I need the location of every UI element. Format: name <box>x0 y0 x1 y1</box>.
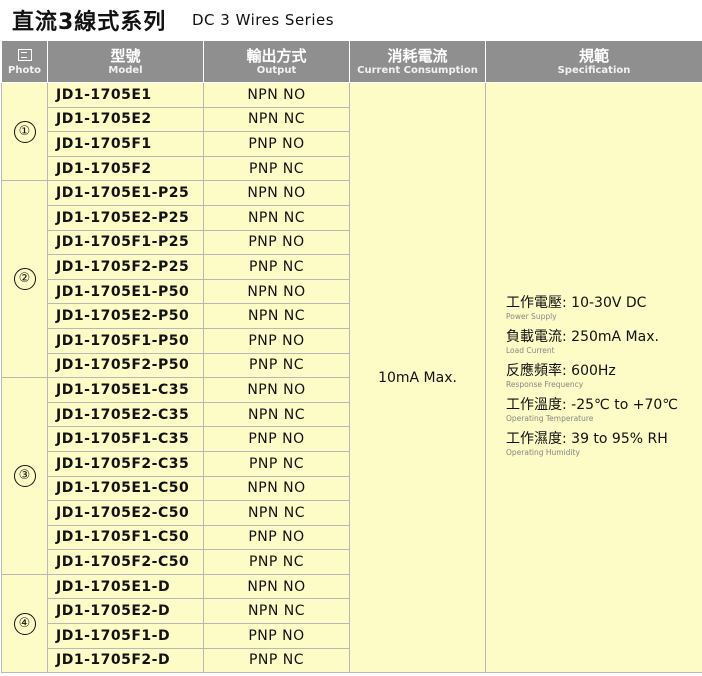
output-cell: NPN NC <box>203 598 350 625</box>
model-cell: JD1-1705F1 <box>47 131 204 157</box>
page-title: 直流3線式系列 <box>12 10 167 35</box>
model-cell: JD1-1705E2-P50 <box>47 303 204 329</box>
spec-value: 工作溫度: -25℃ to +70℃ <box>506 396 678 413</box>
spec-value: 工作濕度: 39 to 95% RH <box>506 430 668 447</box>
output-cell: NPN NC <box>203 401 350 428</box>
photo-group-cell: ① <box>1 81 48 182</box>
output-cell: PNP NC <box>203 352 350 379</box>
output-cell: PNP NC <box>203 450 350 477</box>
specification-cell: 工作電壓: 10-30V DC Power Supply 負載電流: 250mA M… <box>485 81 702 674</box>
output-cell: NPN NC <box>203 106 350 133</box>
spec-item: 工作溫度: -25℃ to +70℃ Operating Temperature <box>506 397 702 424</box>
image-icon <box>17 48 32 61</box>
output-cell: PNP NO <box>203 426 350 452</box>
output-cell: NPN NO <box>203 278 350 305</box>
spec-item: 反應頻率: 600Hz Response Frequency <box>506 363 702 390</box>
output-cell: NPN NO <box>203 377 350 403</box>
output-cell: NPN NC <box>203 303 350 329</box>
spec-value: 工作電壓: 10-30V DC <box>506 294 647 311</box>
model-cell: JD1-1705F1-P25 <box>47 229 204 256</box>
spec-english-label: Power Supply <box>506 311 557 321</box>
spec-value: 負載電流: 250mA Max. <box>506 328 659 345</box>
model-cell: JD1-1705F2-C35 <box>47 450 204 477</box>
table-body: ① JD1-1705E1 NPN NO 10mA Max. 工作電壓: 10-30V D… <box>1 81 702 674</box>
model-cell: JD1-1705E1-C35 <box>47 377 204 403</box>
photo-group-cell: ③ <box>1 377 48 575</box>
model-cell: JD1-1705E2-C35 <box>47 401 204 428</box>
output-cell: PNP NO <box>203 623 350 649</box>
spec-english-label: Response Frequency <box>506 379 584 389</box>
spec-item: 工作電壓: 10-30V DC Power Supply <box>506 295 702 322</box>
table-header-row: Photo 型號 Model 輸出方式 Output 消耗電流 Current … <box>1 40 702 83</box>
model-cell: JD1-1705E1-C50 <box>47 475 204 502</box>
header-current: 消耗電流 Current Consumption <box>349 40 486 83</box>
output-cell: PNP NO <box>203 524 350 551</box>
page-subtitle: DC 3 Wires Series <box>192 11 335 29</box>
output-cell: PNP NO <box>203 327 350 354</box>
output-cell: PNP NO <box>203 131 350 157</box>
model-cell: JD1-1705F1-P50 <box>47 327 204 354</box>
model-cell: JD1-1705F1-C35 <box>47 426 204 452</box>
output-cell: NPN NC <box>203 204 350 231</box>
output-cell: NPN NO <box>203 573 350 600</box>
model-cell: JD1-1705E2 <box>47 106 204 133</box>
spec-item: 工作濕度: 39 to 95% RH Operating Humidity <box>506 431 702 458</box>
model-cell: JD1-1705E1-P50 <box>47 278 204 305</box>
model-cell: JD1-1705E2-P25 <box>47 204 204 231</box>
spec-item: 負載電流: 250mA Max. Load Current <box>506 329 702 356</box>
output-cell: PNP NC <box>203 254 350 280</box>
spec-value: 反應頻率: 600Hz <box>506 362 616 379</box>
header-photo: Photo <box>1 40 48 83</box>
spec-english-label: Load Current <box>506 345 555 355</box>
group-number-badge: ① <box>13 120 36 143</box>
model-cell: JD1-1705F1-D <box>47 623 204 649</box>
model-cell: JD1-1705E2-C50 <box>47 500 204 526</box>
model-cell: JD1-1705E2-D <box>47 598 204 625</box>
output-cell: PNP NC <box>203 647 350 674</box>
model-cell: JD1-1705F1-C50 <box>47 524 204 551</box>
group-number-badge: ② <box>13 268 36 291</box>
model-cell: JD1-1705E1-D <box>47 573 204 600</box>
group-number-badge: ③ <box>13 465 36 487</box>
page-title-block: 直流3線式系列 DC 3 Wires Series <box>0 0 702 40</box>
header-spec: 規範 Specification <box>485 40 702 83</box>
photo-group-cell: ④ <box>1 573 48 674</box>
output-cell: PNP NO <box>203 229 350 256</box>
output-cell: PNP NC <box>203 549 350 575</box>
header-output: 輸出方式 Output <box>203 40 350 83</box>
spec-english-label: Operating Temperature <box>506 413 594 423</box>
group-number-badge: ④ <box>13 612 36 635</box>
output-cell: NPN NO <box>203 475 350 502</box>
model-cell: JD1-1705E1 <box>47 82 204 108</box>
output-cell: PNP NC <box>203 155 350 182</box>
table-row: ① JD1-1705E1 NPN NO 10mA Max. 工作電壓: 10-30V D… <box>1 81 702 674</box>
spec-english-label: Operating Humidity <box>506 447 580 457</box>
product-table: Photo 型號 Model 輸出方式 Output 消耗電流 Current … <box>1 40 702 674</box>
model-cell: JD1-1705F2-D <box>47 647 204 674</box>
current-consumption-cell: 10mA Max. <box>349 81 486 674</box>
model-cell: JD1-1705F2-P50 <box>47 352 204 379</box>
model-cell: JD1-1705F2 <box>47 155 204 182</box>
output-cell: NPN NC <box>203 500 350 526</box>
header-model: 型號 Model <box>47 40 204 83</box>
model-cell: JD1-1705E1-P25 <box>47 180 204 206</box>
model-cell: JD1-1705F2-C50 <box>47 549 204 575</box>
model-cell: JD1-1705F2-P25 <box>47 254 204 280</box>
output-cell: NPN NO <box>203 82 350 108</box>
photo-group-cell: ② <box>1 180 48 379</box>
output-cell: NPN NO <box>203 180 350 206</box>
